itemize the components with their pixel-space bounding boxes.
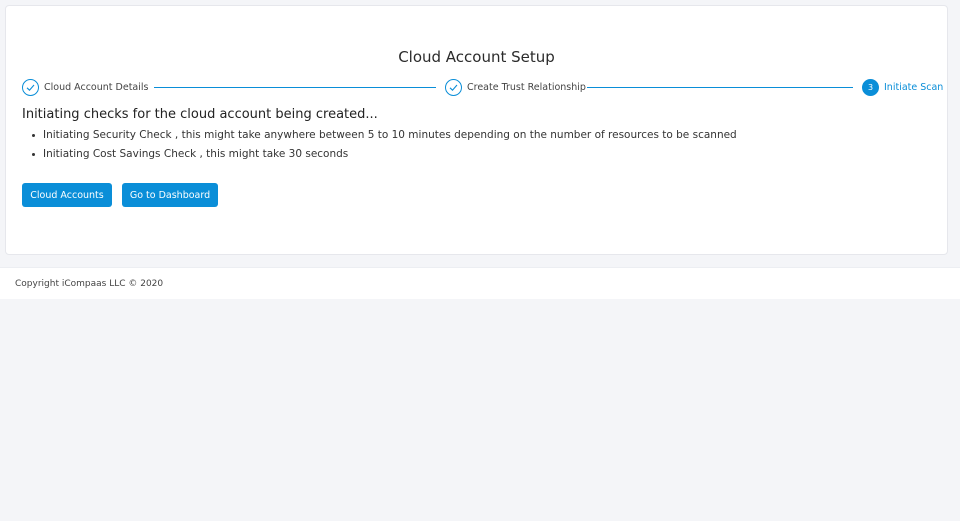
list-item-text: Initiating Cost Savings Check , this mig… bbox=[43, 148, 349, 160]
setup-card: Cloud Account Setup Cloud Account Detail… bbox=[5, 5, 948, 255]
status-heading: Initiating checks for the cloud account … bbox=[22, 107, 378, 122]
footer: Copyright iCompaas LLC © 2020 bbox=[0, 267, 960, 299]
cloud-accounts-button[interactable]: Cloud Accounts bbox=[22, 183, 112, 207]
step-connector bbox=[587, 87, 853, 88]
step-connector bbox=[154, 87, 436, 88]
page-title: Cloud Account Setup bbox=[398, 48, 555, 66]
step-label: Cloud Account Details bbox=[44, 81, 149, 93]
stepper: Cloud Account Details Create Trust Relat… bbox=[22, 78, 943, 98]
copyright-text: Copyright iCompaas LLC © 2020 bbox=[15, 279, 164, 289]
check-icon bbox=[445, 78, 462, 96]
list-item: Initiating Cost Savings Check , this mig… bbox=[32, 145, 737, 164]
list-item-text: Initiating Security Check , this might t… bbox=[43, 129, 737, 141]
step-initiate-scan[interactable]: 3 Initiate Scan bbox=[862, 78, 943, 96]
check-list: Initiating Security Check , this might t… bbox=[32, 126, 737, 164]
step-cloud-account-details[interactable]: Cloud Account Details bbox=[22, 78, 148, 96]
step-create-trust-relationship[interactable]: Create Trust Relationship bbox=[445, 78, 586, 96]
bullet-icon bbox=[32, 134, 35, 137]
list-item: Initiating Security Check , this might t… bbox=[32, 126, 737, 145]
step-label: Initiate Scan bbox=[884, 81, 944, 93]
step-number-badge: 3 bbox=[862, 78, 879, 96]
go-to-dashboard-button[interactable]: Go to Dashboard bbox=[122, 183, 218, 207]
check-icon bbox=[22, 78, 39, 96]
bullet-icon bbox=[32, 153, 35, 156]
step-label: Create Trust Relationship bbox=[467, 81, 586, 93]
